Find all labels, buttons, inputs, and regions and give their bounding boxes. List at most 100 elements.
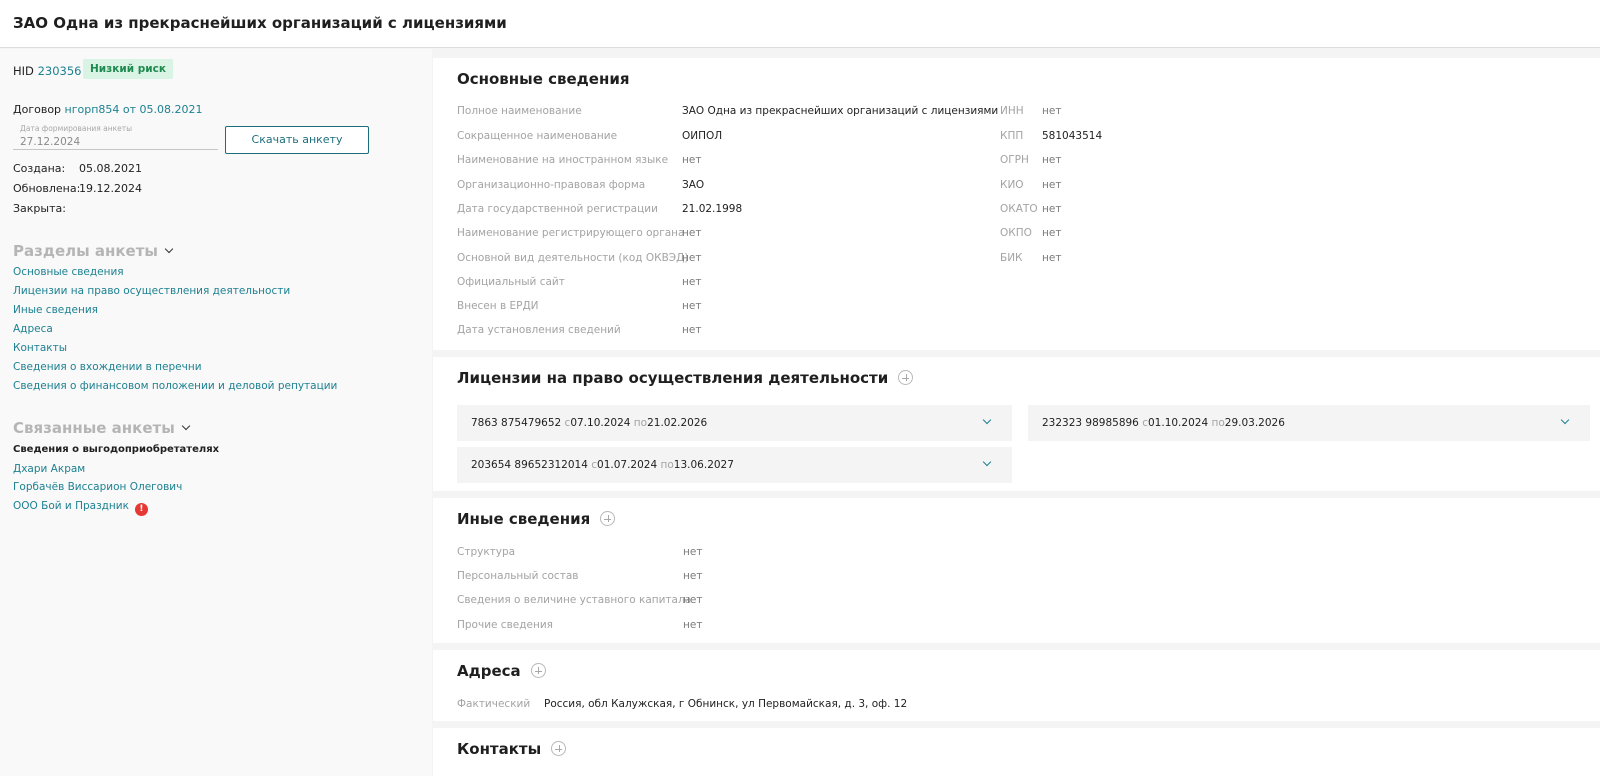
closed-label: Закрыта: <box>13 202 66 215</box>
addresses-card: Адреса Фактический Россия, обл Калужская… <box>433 650 1600 721</box>
nav-item-addresses[interactable]: Адреса <box>13 323 53 335</box>
field-value: нет <box>683 546 703 558</box>
field-value: нет <box>682 154 702 166</box>
field-value: нет <box>683 619 703 631</box>
main-info-card: Основные сведения Полное наименование ЗА… <box>433 58 1600 350</box>
related-link-1[interactable]: Дхари Акрам <box>13 463 85 475</box>
field-label: Сокращенное наименование <box>457 130 618 142</box>
license-item-3[interactable]: 203654 89652312014 с01.07.2024 по13.06.2… <box>457 447 1012 483</box>
field-value: нет <box>682 300 702 312</box>
addresses-title: Адреса <box>457 662 521 680</box>
field-value: ЗАО Одна из прекраснейших организаций с … <box>682 105 999 117</box>
field-label: Официальный сайт <box>457 276 565 288</box>
other-info-title-row: Иные сведения <box>457 510 616 528</box>
contacts-card: Контакты <box>433 728 1600 776</box>
addresses-title-row: Адреса <box>457 662 546 680</box>
hid-link[interactable]: 230356 <box>38 64 82 78</box>
add-contact-icon[interactable] <box>551 741 567 756</box>
field-label: Дата государственной регистрации <box>457 203 658 215</box>
add-other-info-icon[interactable] <box>600 511 616 526</box>
add-address-icon[interactable] <box>530 663 546 678</box>
license-to: 13.06.2027 <box>673 459 734 471</box>
code-value: нет <box>1042 154 1062 166</box>
page-title: ЗАО Одна из прекраснейших организаций с … <box>13 14 507 32</box>
license-from: 07.10.2024 <box>570 417 631 429</box>
sidebar: HID 230356 Низкий риск Договор нгорп854 … <box>0 49 432 776</box>
nav-item-contacts[interactable]: Контакты <box>13 342 67 354</box>
nav-item-financial[interactable]: Сведения о финансовом положении и делово… <box>13 380 337 392</box>
beneficiaries-heading: Сведения о выгодоприобретателях <box>13 444 220 455</box>
contract-label: Договор <box>13 103 62 116</box>
chevron-down-icon[interactable] <box>982 415 992 425</box>
hid-label: HID <box>13 64 34 78</box>
code-value: нет <box>1042 105 1062 117</box>
license-to: 21.02.2026 <box>647 417 708 429</box>
created-label: Создана: <box>13 162 66 175</box>
field-value: нет <box>682 324 702 336</box>
date-field-value: 27.12.2024 <box>20 136 81 148</box>
address-label: Фактический <box>457 698 531 710</box>
license-number: 7863 875479652 <box>471 417 562 429</box>
other-info-title: Иные сведения <box>457 510 591 528</box>
code-label: ОКПО <box>1000 227 1032 239</box>
field-value: нет <box>682 276 702 288</box>
contacts-title: Контакты <box>457 740 542 758</box>
field-label: Полное наименование <box>457 105 582 117</box>
related-link-3[interactable]: ООО Бой и Праздник <box>13 500 129 512</box>
field-value: ЗАО <box>682 179 705 191</box>
nav-item-licenses[interactable]: Лицензии на право осуществления деятельн… <box>13 285 290 297</box>
license-from: 01.07.2024 <box>597 459 658 471</box>
nav-item-main-info[interactable]: Основные сведения <box>13 266 124 278</box>
questionnaire-date-field[interactable]: Дата формирования анкеты 27.12.2024 <box>13 122 218 150</box>
chevron-down-icon <box>164 244 174 254</box>
updated-value: 19.12.2024 <box>79 182 142 195</box>
top-bar: ЗАО Одна из прекраснейших организаций с … <box>0 0 1600 48</box>
code-label: ИНН <box>1000 105 1024 117</box>
updated-label: Обновлена: <box>13 182 81 195</box>
chevron-down-icon[interactable] <box>1560 415 1570 425</box>
field-label: Внесен в ЕРДИ <box>457 300 539 312</box>
field-value: нет <box>683 570 703 582</box>
nav-item-other-info[interactable]: Иные сведения <box>13 304 98 316</box>
field-value: 21.02.1998 <box>682 203 743 215</box>
code-value: нет <box>1042 203 1062 215</box>
code-label: КИО <box>1000 179 1024 191</box>
related-toggle[interactable]: Связанные анкеты <box>13 419 191 437</box>
license-item-1[interactable]: 7863 875479652 с07.10.2024 по21.02.2026 <box>457 405 1012 441</box>
related-link-2[interactable]: Горбачёв Виссарион Олегович <box>13 481 182 493</box>
license-to-label: по <box>660 459 674 471</box>
license-number: 232323 98985896 <box>1042 417 1139 429</box>
field-value: нет <box>683 594 703 606</box>
field-label: Прочие сведения <box>457 619 553 631</box>
hid-line: HID 230356 <box>13 64 81 78</box>
code-value: нет <box>1042 227 1062 239</box>
field-label: Сведения о величине уставного капитала <box>457 594 692 606</box>
field-label: Наименование на иностранном языке <box>457 154 669 166</box>
field-label: Структура <box>457 546 516 558</box>
other-info-card: Иные сведения Структура нет Персональный… <box>433 498 1600 643</box>
address-value: Россия, обл Калужская, г Обнинск, ул Пер… <box>544 698 908 710</box>
chevron-down-icon <box>181 421 191 431</box>
contract-line: Договор нгорп854 от 05.08.2021 <box>13 103 203 116</box>
risk-badge: Низкий риск <box>83 59 173 79</box>
license-item-2[interactable]: 232323 98985896 с01.10.2024 по29.03.2026 <box>1028 405 1590 441</box>
related-title: Связанные анкеты <box>13 419 175 437</box>
license-to-label: по <box>1211 417 1225 429</box>
field-label: Дата установления сведений <box>457 324 621 336</box>
field-value: нет <box>682 227 702 239</box>
download-questionnaire-button[interactable]: Скачать анкету <box>225 126 369 154</box>
date-field-label: Дата формирования анкеты <box>20 124 133 133</box>
code-label: КПП <box>1000 130 1024 142</box>
sections-toggle[interactable]: Разделы анкеты <box>13 242 174 260</box>
field-value: нет <box>682 252 702 264</box>
nav-item-lists[interactable]: Сведения о вхождении в перечни <box>13 361 202 373</box>
add-license-icon[interactable] <box>898 370 914 385</box>
licenses-card: Лицензии на право осуществления деятельн… <box>433 357 1600 491</box>
code-label: БИК <box>1000 252 1023 264</box>
contract-link[interactable]: нгорп854 от 05.08.2021 <box>65 103 203 116</box>
license-to: 29.03.2026 <box>1224 417 1285 429</box>
field-label: Основной вид деятельности (код ОКВЭД) <box>457 252 689 264</box>
license-to-label: по <box>633 417 648 429</box>
license-number: 203654 89652312014 <box>471 459 588 471</box>
chevron-down-icon[interactable] <box>982 457 992 467</box>
